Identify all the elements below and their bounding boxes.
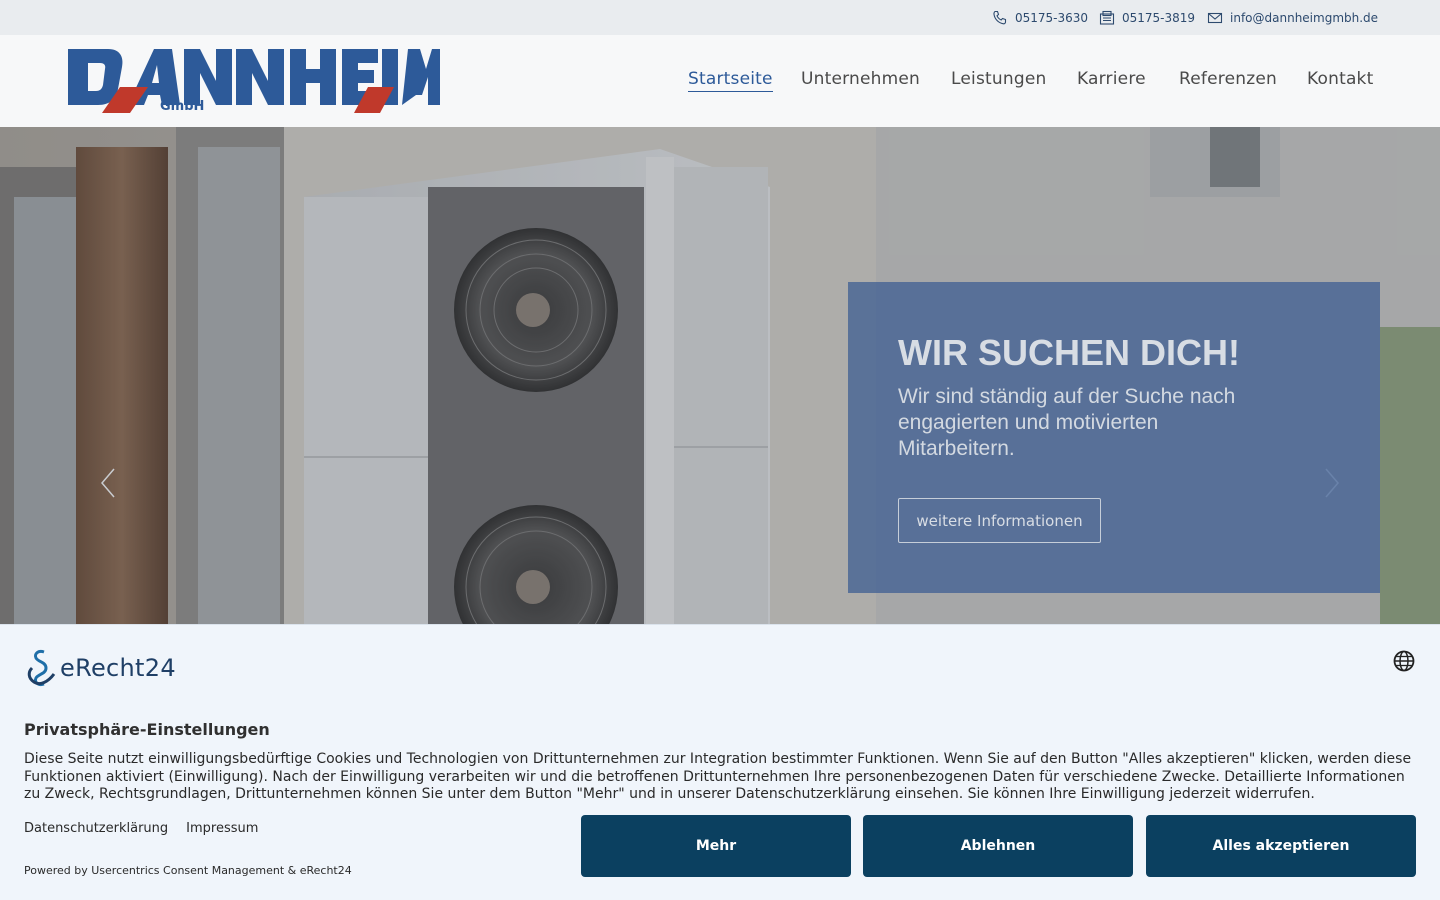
nav-item-karriere[interactable]: Karriere bbox=[1077, 69, 1146, 89]
accept-all-button[interactable]: Alles akzeptieren bbox=[1146, 815, 1416, 877]
phone-number[interactable]: 05175-3630 bbox=[1015, 11, 1088, 25]
top-contact-bar: 05175-3630 05175-3819 info@dannheimgmbh.… bbox=[0, 0, 1440, 35]
fax-number[interactable]: 05175-3819 bbox=[1122, 11, 1195, 25]
hero-title: WIR SUCHEN DICH! bbox=[898, 332, 1240, 373]
hero-slider: WIR SUCHEN DICH! Wir sind ständig auf de… bbox=[0, 127, 1440, 624]
email-address[interactable]: info@dannheimgmbh.de bbox=[1230, 11, 1378, 25]
more-button[interactable]: Mehr bbox=[581, 815, 851, 877]
fax-icon bbox=[1099, 10, 1115, 25]
company-logo[interactable]: GmbH bbox=[68, 47, 440, 115]
cookie-consent-banner: eRecht24 Privatsphäre-Einstellungen Dies… bbox=[0, 624, 1440, 900]
globe-icon[interactable] bbox=[1393, 650, 1415, 672]
mail-icon bbox=[1207, 12, 1223, 23]
erecht24-logo: eRecht24 bbox=[24, 648, 176, 688]
phone-contact[interactable]: 05175-3630 bbox=[992, 0, 1088, 35]
fax-contact[interactable]: 05175-3819 bbox=[1099, 0, 1195, 35]
privacy-policy-link[interactable]: Datenschutzerklärung bbox=[24, 821, 168, 836]
brand-name: eRecht24 bbox=[60, 654, 176, 682]
powered-by-text: Powered by Usercentrics Consent Manageme… bbox=[24, 864, 352, 877]
phone-icon bbox=[993, 10, 1007, 24]
chevron-left-icon[interactable] bbox=[98, 467, 118, 499]
consent-title: Privatsphäre-Einstellungen bbox=[24, 720, 270, 739]
nav-item-kontakt[interactable]: Kontakt bbox=[1307, 69, 1373, 89]
logo-suffix: GmbH bbox=[160, 99, 204, 114]
more-info-button[interactable]: weitere Informationen bbox=[898, 498, 1101, 543]
site-header: GmbH Startseite Unternehmen Leistungen K… bbox=[0, 35, 1440, 127]
nav-item-referenzen[interactable]: Referenzen bbox=[1179, 69, 1277, 89]
decline-button[interactable]: Ablehnen bbox=[863, 815, 1133, 877]
nav-item-startseite[interactable]: Startseite bbox=[688, 69, 773, 92]
consent-description: Diese Seite nutzt einwilligungsbedürftig… bbox=[24, 751, 1412, 802]
paragraph-icon bbox=[27, 650, 56, 686]
consent-links: Datenschutzerklärung Impressum bbox=[24, 821, 258, 836]
imprint-link[interactable]: Impressum bbox=[186, 821, 258, 836]
hero-caption-box: WIR SUCHEN DICH! Wir sind ständig auf de… bbox=[848, 282, 1380, 593]
hero-text: Wir sind ständig auf der Suche nach enga… bbox=[898, 385, 1236, 460]
nav-item-leistungen[interactable]: Leistungen bbox=[951, 69, 1046, 89]
email-contact[interactable]: info@dannheimgmbh.de bbox=[1207, 0, 1378, 35]
nav-item-unternehmen[interactable]: Unternehmen bbox=[801, 69, 920, 89]
